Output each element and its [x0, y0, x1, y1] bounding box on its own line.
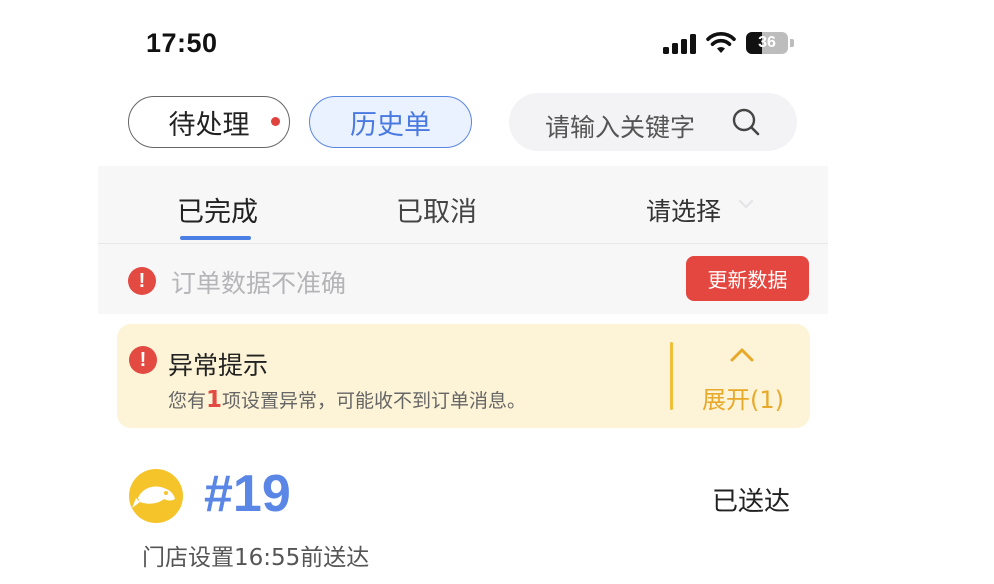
subtab-cancelled[interactable]: 已取消 [396, 190, 477, 229]
divider [98, 243, 828, 244]
filter-select[interactable]: 请选择 [646, 192, 721, 228]
alert-warning-icon: ! [129, 346, 157, 374]
alert-desc-prefix: 您有 [168, 390, 207, 412]
subtab-completed[interactable]: 已完成 [177, 190, 258, 229]
tab-pending[interactable]: 待处理 [128, 96, 290, 148]
search-icon[interactable] [731, 107, 761, 137]
update-data-button[interactable]: 更新数据 [686, 256, 809, 301]
alert-description: 您有1项设置异常，可能收不到订单消息。 [168, 386, 526, 413]
chevron-down-icon[interactable] [738, 198, 754, 210]
search-input[interactable]: 请输入关键字 [509, 93, 797, 151]
delivery-time: 门店设置16:55前送达 [142, 545, 370, 571]
warning-icon: ! [128, 267, 156, 295]
cellular-signal-icon [663, 34, 697, 54]
battery-cap [790, 39, 794, 47]
unread-dot-icon [271, 117, 280, 126]
tab-history[interactable]: 历史单 [309, 96, 472, 148]
active-tab-indicator [180, 236, 251, 240]
expand-button[interactable]: 展开(1) [702, 380, 784, 415]
order-status: 已送达 [712, 487, 791, 517]
alert-desc-suffix: 项设置异常，可能收不到订单消息。 [222, 390, 527, 412]
alert-count: 1 [206, 387, 223, 413]
tab-history-label: 历史单 [350, 109, 431, 141]
kangaroo-logo-icon [129, 469, 183, 523]
tab-pending-label: 待处理 [168, 109, 250, 141]
battery-level: 36 [758, 34, 776, 51]
wifi-icon [706, 32, 736, 53]
alert-divider [670, 342, 673, 410]
search-placeholder: 请输入关键字 [545, 113, 696, 142]
data-notice-text: 订单数据不准确 [171, 269, 347, 298]
status-time: 17:50 [146, 28, 218, 58]
chevron-up-icon[interactable] [729, 347, 755, 363]
alert-title: 异常提示 [168, 351, 269, 380]
order-number: #19 [204, 465, 291, 523]
battery-icon: 36 [746, 32, 788, 54]
